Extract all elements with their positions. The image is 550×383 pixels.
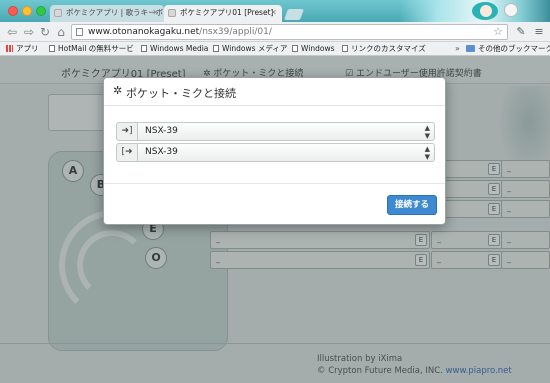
bookmark-page-icon	[213, 45, 219, 52]
page-icon	[76, 28, 83, 36]
bookmark-windows-media[interactable]: Windows Media	[141, 42, 208, 55]
bookmarks-bar: アプリ HotMail の無料サービ Windows Media Windows…	[0, 42, 550, 56]
bookmark-windows-media-jp[interactable]: Windows メディア	[213, 42, 287, 55]
menu-icon[interactable]: ≡	[532, 24, 546, 40]
apps-grid-icon	[6, 45, 13, 52]
url-path: /nsx39/appli/01/	[199, 27, 272, 37]
theme-artwork	[400, 0, 550, 22]
tab-preset-active[interactable]: ポケミクアプリ01 [Preset] ✕	[164, 5, 282, 22]
output-port-row: [➜ NSX-39 ▲ ▼	[116, 143, 435, 162]
sign-out-icon: [➜	[116, 143, 138, 162]
zoom-window-button[interactable]	[36, 6, 46, 16]
bookmark-page-icon	[141, 45, 147, 52]
tab-strip: ポケミクアプリ | 歌うキーボ ✕ ポケミクアプリ01 [Preset] ✕	[0, 0, 550, 22]
bookmark-apps[interactable]: アプリ	[6, 42, 39, 55]
input-port-select[interactable]: NSX-39 ▲ ▼	[138, 122, 435, 141]
bookmark-other[interactable]: その他のブックマーク	[466, 42, 550, 55]
select-arrows-icon: ▲ ▼	[424, 145, 430, 161]
connect-dialog: ✲ ポケット・ミクと接続 ➜] NSX-39 ▲ ▼ [➜ NSX-39 ▲ ▼ 接…	[103, 77, 446, 225]
page-favicon-icon	[168, 9, 176, 17]
close-window-button[interactable]	[8, 6, 18, 16]
input-port-row: ➜] NSX-39 ▲ ▼	[116, 122, 435, 141]
tab-label: ポケミクアプリ | 歌うキーボ	[66, 8, 164, 17]
reload-icon[interactable]: ↻	[38, 24, 52, 40]
sign-in-icon: ➜]	[116, 122, 138, 141]
bookmark-customize-links[interactable]: リンクのカスタマイズ	[342, 42, 426, 55]
bookmark-hotmail[interactable]: HotMail の無料サービ	[49, 42, 134, 55]
output-port-select[interactable]: NSX-39 ▲ ▼	[138, 143, 435, 162]
tab-close-icon[interactable]: ✕	[270, 5, 277, 21]
home-icon[interactable]: ⌂	[54, 24, 68, 40]
tab-label: ポケミクアプリ01 [Preset]	[180, 8, 274, 17]
select-arrows-icon: ▲ ▼	[424, 124, 430, 140]
url-host: www.otonanokagaku.net	[88, 27, 200, 37]
bookmark-page-icon	[342, 45, 348, 52]
forward-arrow-icon[interactable]: ⇨	[22, 24, 36, 40]
page-favicon-icon	[54, 9, 62, 17]
theme-character-face	[480, 5, 492, 17]
bookmark-windows[interactable]: Windows	[292, 42, 334, 55]
connect-button[interactable]: 接続する	[387, 195, 437, 215]
dialog-footer: 接続する	[104, 183, 445, 224]
bookmark-star-icon[interactable]: ☆	[493, 25, 503, 39]
bookmark-page-icon	[49, 45, 55, 52]
dialog-title: ポケット・ミクと接続	[126, 87, 236, 100]
tab-pokemiku-app[interactable]: ポケミクアプリ | 歌うキーボ ✕	[50, 5, 164, 22]
dialog-header: ✲ ポケット・ミクと接続	[104, 78, 445, 106]
new-tab-button[interactable]	[283, 9, 305, 20]
folder-icon	[466, 45, 475, 52]
extension-wrench-icon[interactable]: ✎	[514, 24, 528, 40]
bookmark-page-icon	[292, 45, 298, 52]
output-port-value: NSX-39	[145, 147, 178, 157]
minimize-window-button[interactable]	[22, 6, 32, 16]
dialog-body: ➜] NSX-39 ▲ ▼ [➜ NSX-39 ▲ ▼	[104, 107, 445, 183]
back-arrow-icon[interactable]: ⇦	[5, 24, 19, 40]
bookmarks-overflow-chevron[interactable]: »	[455, 42, 460, 55]
browser-toolbar: ⇦ ⇨ ↻ ⌂ www.otonanokagaku.net/nsx39/appl…	[0, 22, 550, 42]
gear-icon: ✲	[113, 84, 123, 97]
tab-close-icon[interactable]: ✕	[152, 5, 159, 21]
address-bar[interactable]: www.otonanokagaku.net/nsx39/appli/01/ ☆	[71, 24, 508, 40]
input-port-value: NSX-39	[145, 126, 178, 136]
theme-character-hand	[504, 3, 518, 17]
